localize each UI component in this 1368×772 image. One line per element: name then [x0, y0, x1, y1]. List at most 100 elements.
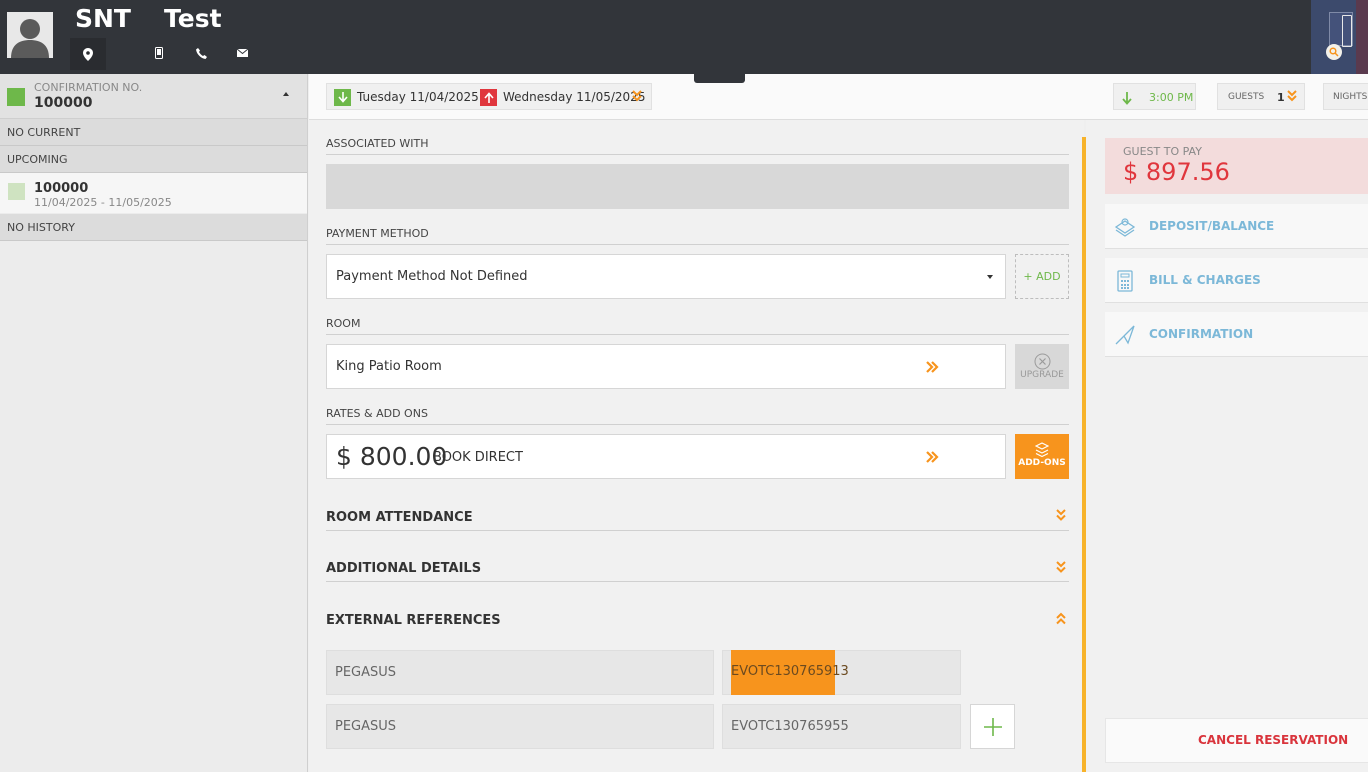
arrival-time: 3:00 PM [1149, 91, 1194, 104]
room-label: ROOM [326, 317, 361, 330]
arrival-time-selector[interactable]: 3:00 PM [1113, 83, 1196, 110]
rate-name: BOOK DIRECT [433, 450, 523, 465]
add-reference-button[interactable] [970, 704, 1015, 749]
list-item-dates: 11/04/2025 - 11/05/2025 [34, 196, 172, 209]
nights-selector[interactable]: NIGHTS [1323, 83, 1368, 110]
location-icon [83, 47, 93, 61]
add-payment-button[interactable]: + ADD [1015, 254, 1069, 299]
deposit-icon [1114, 216, 1136, 238]
rate-field[interactable]: $ 800.00 BOOK DIRECT [326, 434, 1006, 479]
stay-dates-bar: Tuesday 11/04/2025 Wednesday 11/05/2025 … [309, 74, 1368, 120]
caret-down-icon [987, 275, 993, 279]
stay-dates-selector[interactable]: Tuesday 11/04/2025 Wednesday 11/05/2025 [326, 83, 652, 110]
departure-date: Wednesday 11/05/2025 [503, 90, 646, 104]
divider [326, 244, 1069, 245]
associated-with-field[interactable] [326, 164, 1069, 209]
search-icon[interactable] [1326, 44, 1342, 60]
arrow-down-icon [334, 89, 351, 106]
room-key-control[interactable] [1311, 0, 1356, 74]
nights-label: NIGHTS [1333, 92, 1368, 102]
divider [326, 581, 1069, 582]
confirmation-label: CONFIRMATION NO. [34, 81, 143, 94]
bill-charges-button[interactable]: BILL & CHARGES [1105, 258, 1368, 303]
location-button[interactable] [70, 38, 106, 70]
phone-icon[interactable] [193, 45, 209, 61]
external-references-section[interactable]: EXTERNAL REFERENCES [326, 613, 501, 628]
deposit-balance-button[interactable]: DEPOSIT/BALANCE [1105, 204, 1368, 249]
avatar[interactable] [7, 12, 53, 58]
associated-with-label: ASSOCIATED WITH [326, 137, 429, 150]
chevron-double-down-icon[interactable] [1056, 507, 1066, 526]
status-indicator [8, 183, 25, 200]
additional-details-section[interactable]: ADDITIONAL DETAILS [326, 561, 481, 576]
caret-up-icon[interactable] [283, 92, 289, 96]
guests-count: 1 [1277, 91, 1285, 104]
add-ons-label: ADD-ONS [1018, 458, 1066, 468]
guests-selector[interactable]: GUESTS 1 [1217, 83, 1305, 110]
send-icon [1114, 324, 1136, 346]
upcoming-header: UPCOMING [0, 146, 307, 173]
person-silhouette-icon [7, 12, 53, 58]
payment-method-value: Payment Method Not Defined [336, 269, 528, 284]
rates-label: RATES & ADD ONS [326, 407, 428, 420]
guest-to-pay-label: GUEST TO PAY [1123, 145, 1202, 158]
cancel-reservation-button[interactable]: CANCEL RESERVATION [1105, 718, 1368, 763]
ext-ref-source[interactable]: PEGASUS [326, 650, 714, 695]
header-edge [1356, 0, 1368, 74]
calculator-icon [1114, 270, 1136, 292]
confirmation-header[interactable]: CONFIRMATION NO. 100000 [0, 74, 307, 119]
reservation-form: ASSOCIATED WITH PAYMENT METHOD Payment M… [309, 120, 1084, 772]
rate-amount: $ 800.00 [336, 442, 448, 471]
ext-ref-code-selected[interactable]: EVOTC130765913 [731, 650, 849, 695]
mail-icon[interactable] [234, 45, 250, 61]
chevron-double-down-icon [1287, 90, 1297, 102]
divider [326, 424, 1069, 425]
payment-method-select[interactable]: Payment Method Not Defined [326, 254, 1006, 299]
payment-method-label: PAYMENT METHOD [326, 227, 429, 240]
mobile-icon[interactable] [151, 45, 167, 61]
arrow-down-icon [1122, 90, 1132, 109]
no-current-header: NO CURRENT [0, 119, 307, 146]
guest-first-name[interactable]: SNT [75, 4, 131, 33]
confirmation-button[interactable]: CONFIRMATION [1105, 312, 1368, 357]
room-value: King Patio Room [336, 359, 442, 374]
room-attendance-section[interactable]: ROOM ATTENDANCE [326, 510, 473, 525]
guest-last-name[interactable]: Test [164, 4, 222, 33]
bill-charges-label: BILL & CHARGES [1149, 273, 1261, 287]
list-item-number: 100000 [34, 181, 89, 196]
ext-ref-code[interactable]: EVOTC130765955 [722, 704, 961, 749]
reservation-list-panel: CONFIRMATION NO. 100000 NO CURRENT UPCOM… [0, 74, 308, 772]
no-history-header: NO HISTORY [0, 214, 307, 241]
status-indicator [7, 88, 25, 106]
cancel-reservation-label: CANCEL RESERVATION [1198, 733, 1349, 747]
guest-header: SNT Test [0, 0, 1368, 74]
arrival-date: Tuesday 11/04/2025 [357, 90, 479, 104]
chevron-double-right-icon[interactable] [925, 359, 939, 378]
chevron-double-down-icon[interactable] [1056, 559, 1066, 578]
room-field[interactable]: King Patio Room [326, 344, 1006, 389]
upgrade-button[interactable]: UPGRADE [1015, 344, 1069, 389]
chevron-double-right-icon[interactable] [925, 449, 939, 468]
ext-ref-source[interactable]: PEGASUS [326, 704, 714, 749]
list-item[interactable]: 100000 11/04/2025 - 11/05/2025 [0, 173, 307, 213]
billing-panel: GUEST TO PAY $ 897.56 DEPOSIT/BALANCE BI… [1086, 120, 1368, 772]
divider [326, 334, 1069, 335]
confirmation-number: 100000 [34, 95, 93, 111]
arrow-up-icon [480, 89, 497, 106]
chevron-double-down-icon[interactable] [632, 90, 642, 102]
door-icon [1329, 12, 1353, 47]
close-circle-icon [1034, 353, 1051, 370]
chevron-double-up-icon[interactable] [1056, 610, 1066, 629]
guest-to-pay-amount: $ 897.56 [1123, 158, 1230, 186]
plus-icon [983, 717, 1002, 736]
upgrade-label: UPGRADE [1020, 370, 1064, 380]
deposit-balance-label: DEPOSIT/BALANCE [1149, 219, 1275, 233]
layers-icon [1034, 442, 1050, 458]
collapse-tab[interactable] [694, 70, 745, 83]
guest-to-pay-box: GUEST TO PAY $ 897.56 [1105, 138, 1368, 194]
confirmation-label: CONFIRMATION [1149, 327, 1254, 341]
add-ons-button[interactable]: ADD-ONS [1015, 434, 1069, 479]
guests-label: GUESTS [1228, 92, 1265, 102]
divider [326, 530, 1069, 531]
divider [326, 154, 1069, 155]
